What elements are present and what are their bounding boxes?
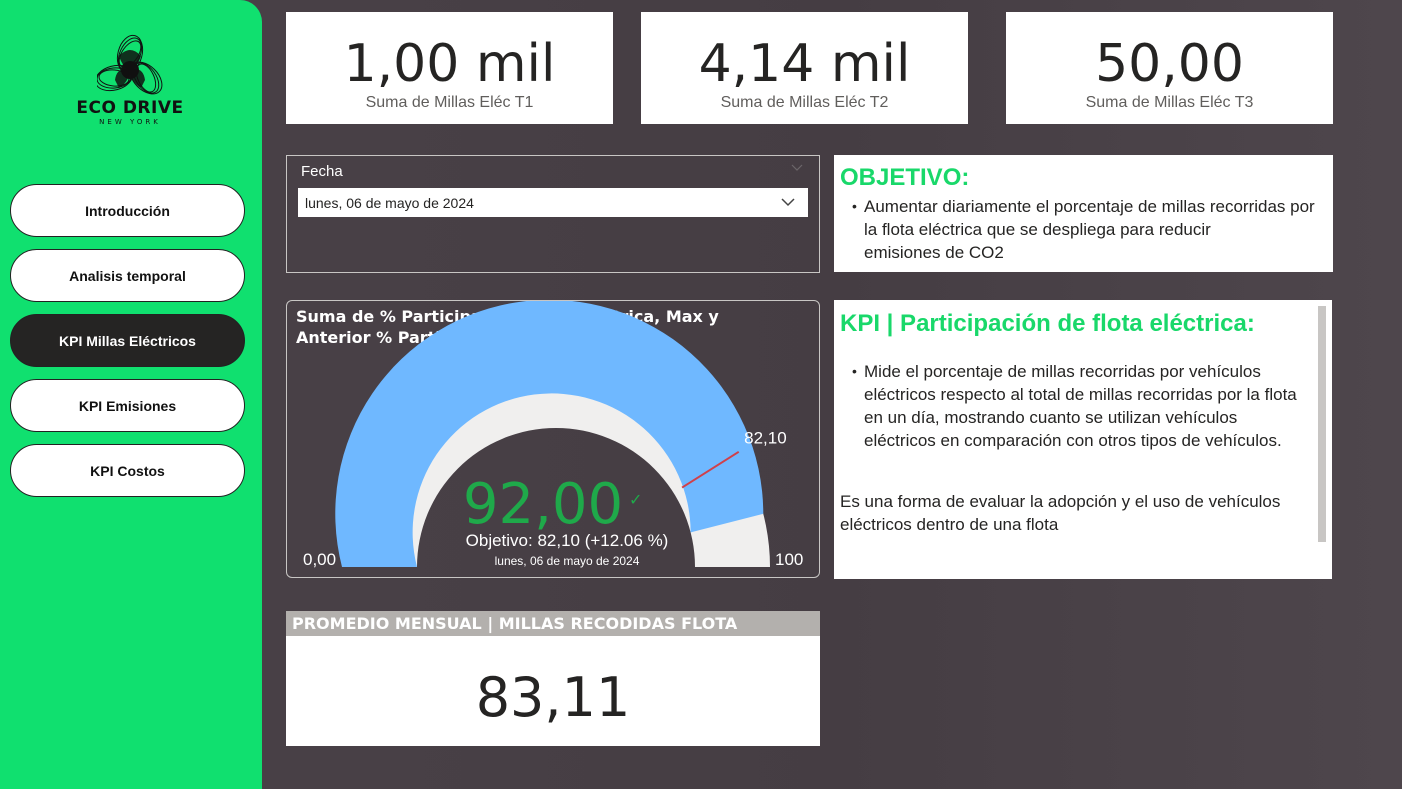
monthly-average-header: PROMEDIO MENSUAL | MILLAS RECODIDAS FLOT… [286, 611, 820, 658]
sidebar: ECO DRIVE NEW YORK Introducción Analisis… [0, 0, 262, 789]
date-dropdown-value: lunes, 06 de mayo de 2024 [305, 194, 474, 211]
nav-kpi-millas-electricos-button[interactable]: KPI Millas Eléctricos [10, 314, 245, 367]
kpi-description-paragraph: Es una forma de evaluar la adopción y el… [840, 490, 1326, 536]
gauge-value: 92,00 [463, 472, 623, 537]
kpi-description-line: en un día, mostrando cuanto se utilizan … [864, 408, 1238, 427]
kpi-value: 50,00 [1095, 34, 1244, 94]
objective-line: emisiones de CO2 [864, 243, 1004, 262]
nav-kpi-costos-button[interactable]: KPI Costos [10, 444, 245, 497]
kpi-description-title: KPI | Participación de flota eléctrica: [840, 310, 1255, 337]
gauge-date-text: lunes, 06 de mayo de 2024 [495, 554, 640, 568]
kpi-description-bullet: • Mide el porcentaje de millas recorrida… [840, 360, 1326, 452]
nav-kpi-emisiones-button[interactable]: KPI Emisiones [10, 379, 245, 432]
gauge-max-label: 100 [775, 550, 803, 569]
logo: ECO DRIVE NEW YORK [60, 34, 200, 144]
logo-subtitle: NEW YORK [99, 118, 161, 126]
gauge-visual[interactable]: Suma de % Participación Flota Eléctrica,… [286, 300, 820, 578]
kpi-description-para-line: Es una forma de evaluar la adopción y el… [840, 492, 1281, 511]
check-icon: ✓ [629, 490, 642, 509]
monthly-average-value: 83,11 [475, 666, 631, 729]
nav-analisis-temporal-button[interactable]: Analisis temporal [10, 249, 245, 302]
kpi-description-para-line: eléctricos dentro de una flota [840, 515, 1059, 534]
eco-drive-logo-icon [97, 34, 163, 95]
gauge-min-label: 0,00 [303, 550, 336, 569]
monthly-average-card: 83,11 [286, 636, 820, 746]
kpi-label: Suma de Millas Eléc T3 [1085, 94, 1254, 111]
kpi-card-t2: 4,14 mil Suma de Millas Eléc T2 [641, 12, 968, 124]
objective-card: OBJETIVO: • Aumentar diariamente el porc… [834, 155, 1333, 272]
slicer-title: Fecha [301, 163, 343, 180]
kpi-card-t3: 50,00 Suma de Millas Eléc T3 [1006, 12, 1333, 124]
objective-bullet: • Aumentar diariamente el porcentaje de … [840, 195, 1327, 264]
objective-line: la flota eléctrica que se despliega para… [864, 220, 1211, 239]
kpi-description-line: eléctricos en comparación con otros tipo… [864, 431, 1282, 450]
kpi-label: Suma de Millas Eléc T1 [365, 94, 534, 111]
date-slicer: Fecha lunes, 06 de mayo de 2024 [286, 155, 820, 273]
gauge-target-text: Objetivo: 82,10 (+12.06 %) [466, 531, 669, 550]
bullet-icon: • [852, 363, 857, 379]
kpi-value: 1,00 mil [343, 34, 556, 94]
gauge-chart: 82,10 0,00 100 92,00 ✓ Objetivo: 82,10 (… [303, 301, 803, 569]
kpi-value: 4,14 mil [698, 34, 911, 94]
date-dropdown[interactable]: lunes, 06 de mayo de 2024 [298, 188, 808, 217]
objective-line: Aumentar diariamente el porcentaje de mi… [864, 197, 1315, 216]
bullet-icon: • [852, 198, 857, 214]
gauge-target-label: 82,10 [744, 429, 787, 448]
kpi-description-card: KPI | Participación de flota eléctrica: … [834, 300, 1332, 579]
objective-title: OBJETIVO: [840, 164, 970, 191]
scrollbar[interactable] [1318, 306, 1326, 542]
logo-title: ECO DRIVE [76, 98, 184, 118]
kpi-description-line: Mide el porcentaje de millas recorridas … [864, 362, 1261, 381]
kpi-description-line: eléctricos respecto al total de millas r… [864, 385, 1297, 404]
kpi-label: Suma de Millas Eléc T2 [720, 94, 889, 111]
chevron-down-icon [781, 198, 795, 207]
kpi-card-t1: 1,00 mil Suma de Millas Eléc T1 [286, 12, 613, 124]
nav-introduccion-button[interactable]: Introducción [10, 184, 245, 237]
chevron-down-icon[interactable] [791, 164, 803, 172]
